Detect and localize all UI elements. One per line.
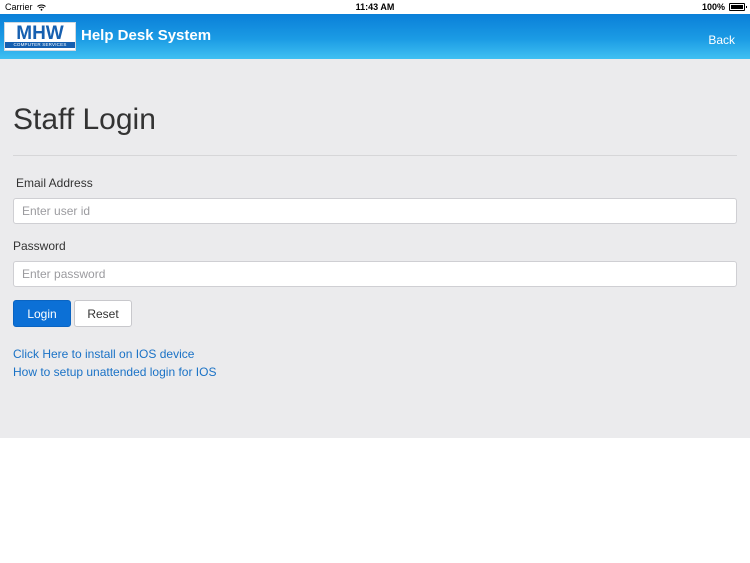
status-bar: Carrier 11:43 AM 100% bbox=[0, 0, 750, 14]
back-button[interactable]: Back bbox=[708, 33, 735, 47]
email-input[interactable] bbox=[13, 198, 737, 224]
login-button[interactable]: Login bbox=[13, 300, 71, 327]
install-ios-link[interactable]: Click Here to install on IOS device bbox=[13, 347, 194, 361]
password-input[interactable] bbox=[13, 261, 737, 287]
battery-label: 100% bbox=[701, 2, 725, 12]
unattended-login-link[interactable]: How to setup unattended login for IOS bbox=[13, 365, 216, 379]
page-title: Staff Login bbox=[13, 103, 156, 136]
battery-icon bbox=[729, 3, 747, 11]
battery-indicator: 100% bbox=[701, 2, 747, 12]
login-panel: Staff Login Email Address Password Login… bbox=[0, 59, 750, 438]
clock: 11:43 AM bbox=[355, 2, 395, 12]
reset-button[interactable]: Reset bbox=[74, 300, 132, 327]
title-divider bbox=[13, 155, 737, 156]
company-logo: MHW COMPUTER SERVICES bbox=[4, 22, 76, 51]
app-header: MHW COMPUTER SERVICES Help Desk System B… bbox=[0, 14, 750, 59]
logo-text: MHW bbox=[16, 23, 64, 44]
logo-subtext: COMPUTER SERVICES bbox=[5, 42, 75, 48]
email-label: Email Address bbox=[16, 176, 93, 190]
app-title: Help Desk System bbox=[81, 27, 212, 44]
password-label: Password bbox=[13, 239, 66, 253]
